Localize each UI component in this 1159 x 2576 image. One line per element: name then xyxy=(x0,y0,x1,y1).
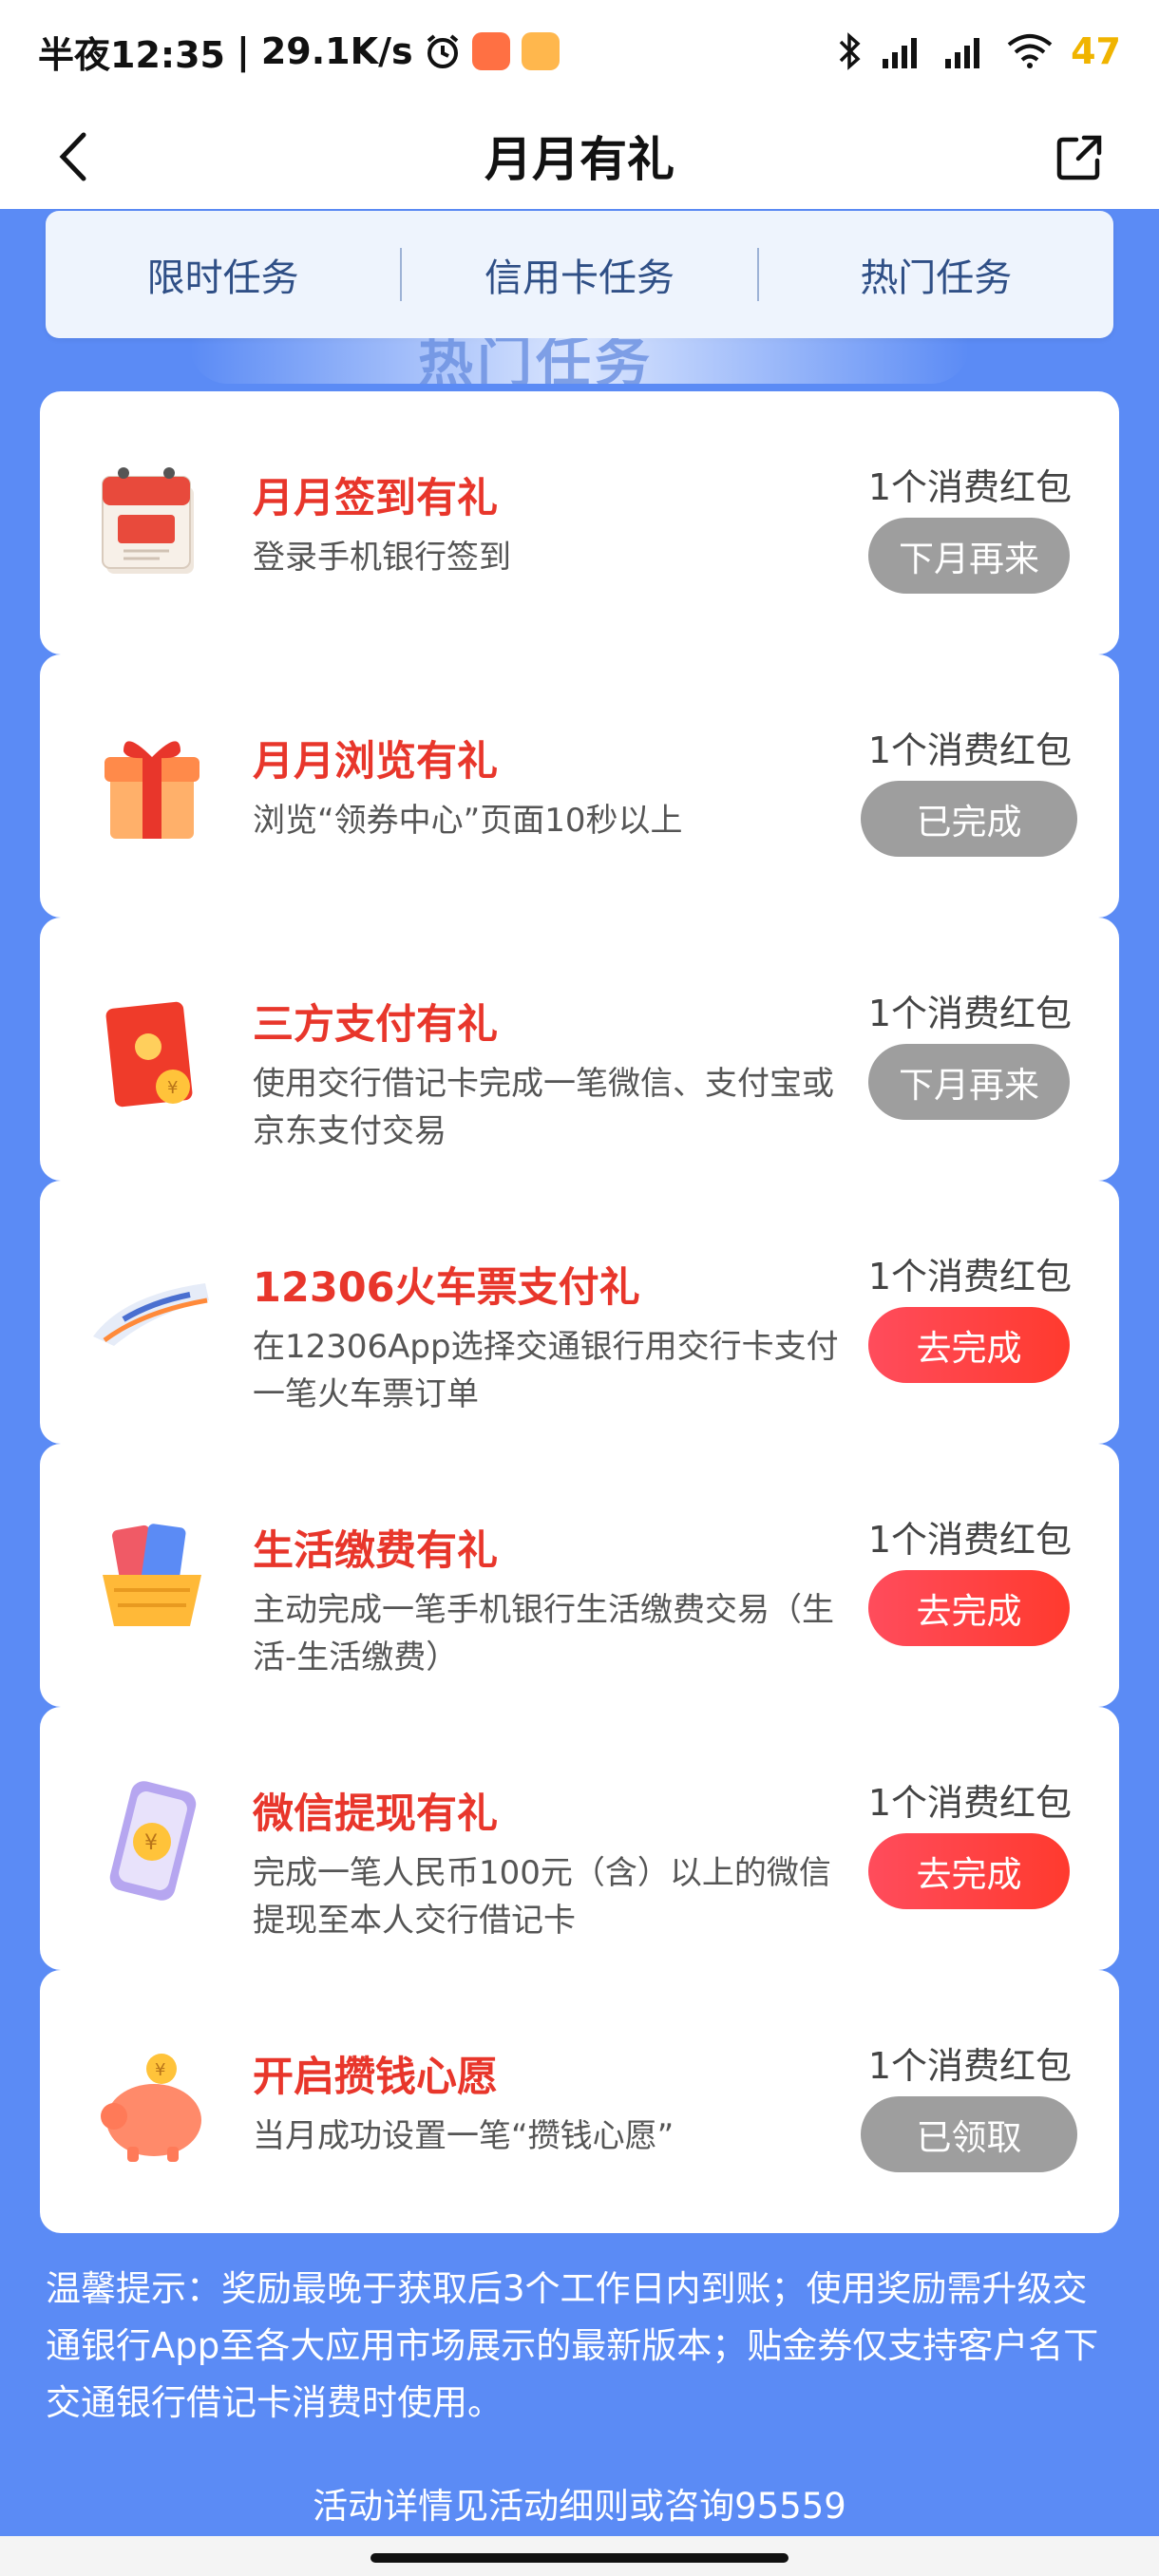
piggy-bank-icon: ¥ xyxy=(86,2035,218,2168)
activity-rules-link[interactable]: 活动详情见活动细则或咨询95559 xyxy=(0,2477,1159,2529)
task-title: 开启攒钱心愿 xyxy=(253,2054,498,2101)
status-bar: 半夜12:35 | 29.1K/s 47 xyxy=(0,0,1159,103)
svg-text:¥: ¥ xyxy=(167,1078,178,1098)
task-reward: 1个消费红包 xyxy=(867,466,1072,508)
task-reward: 1个消费红包 xyxy=(867,1782,1072,1824)
share-icon xyxy=(1056,135,1102,180)
share-button[interactable] xyxy=(1047,123,1113,190)
svg-text:¥: ¥ xyxy=(144,1831,158,1855)
task-description: 主动完成一笔手机银行生活缴费交易（生活-生活缴费） xyxy=(253,1591,834,1676)
task-reward: 1个消费红包 xyxy=(867,1256,1072,1297)
task-title: 生活缴费有礼 xyxy=(253,1527,498,1575)
battery-level: 47 xyxy=(1071,30,1121,72)
task-card: ¥ 微信提现有礼 完成一笔人民币100元（含）以上的微信提现至本人交行借记卡 1… xyxy=(40,1707,1119,1970)
task-description: 浏览“领券中心”页面10秒以上 xyxy=(253,802,683,840)
task-reward: 1个消费红包 xyxy=(867,1519,1072,1561)
task-reward: 1个消费红包 xyxy=(867,729,1072,771)
chevron-left-icon xyxy=(59,132,86,181)
shopping-basket-icon xyxy=(86,1508,218,1641)
task-title: 三方支付有礼 xyxy=(253,1001,498,1049)
signal-icon xyxy=(943,34,989,68)
tab-hot[interactable]: 热门任务 xyxy=(759,247,1113,302)
task-reward: 1个消费红包 xyxy=(867,993,1072,1034)
task-card: 月月签到有礼 登录手机银行签到 1个消费红包 下月再来 xyxy=(40,391,1119,654)
task-description: 登录手机银行签到 xyxy=(253,539,511,577)
signal-icon xyxy=(881,34,926,68)
train-icon xyxy=(86,1245,218,1378)
tab-limited-time[interactable]: 限时任务 xyxy=(46,247,400,302)
status-time: 半夜12:35 xyxy=(38,33,225,76)
tab-credit-card[interactable]: 信用卡任务 xyxy=(402,247,756,302)
alarm-icon xyxy=(425,33,461,69)
nav-bar: 月月有礼 xyxy=(0,103,1159,209)
section-banner-title: 热门任务 xyxy=(418,338,655,384)
task-list: 月月签到有礼 登录手机银行签到 1个消费红包 下月再来 月月浏览有礼 浏览“领券… xyxy=(40,391,1119,2233)
app-notification-icon xyxy=(521,32,560,70)
task-card: ¥ 三方支付有礼 使用交行借记卡完成一笔微信、支付宝或京东支付交易 1个消费红包… xyxy=(40,918,1119,1181)
go-complete-button[interactable]: 去完成 xyxy=(868,1833,1070,1909)
calendar-icon xyxy=(86,456,218,589)
home-indicator[interactable] xyxy=(370,2553,788,2563)
come-back-next-month-button[interactable]: 下月再来 xyxy=(868,518,1070,594)
task-title: 微信提现有礼 xyxy=(253,1790,498,1838)
app-notification-icon xyxy=(471,32,510,70)
back-button[interactable] xyxy=(57,123,114,190)
task-description: 完成一笔人民币100元（含）以上的微信提现至本人交行借记卡 xyxy=(253,1854,831,1940)
red-envelope-icon: ¥ xyxy=(86,982,218,1115)
task-description: 当月成功设置一笔“攒钱心愿” xyxy=(253,2117,674,2155)
task-tabs: 限时任务 信用卡任务 热门任务 xyxy=(46,211,1113,338)
task-description: 在12306App选择交通银行用交行卡支付一笔火车票订单 xyxy=(253,1328,839,1413)
go-complete-button[interactable]: 去完成 xyxy=(868,1307,1070,1383)
svg-text:¥: ¥ xyxy=(155,2060,165,2080)
task-reward: 1个消费红包 xyxy=(867,2045,1072,2087)
task-description: 使用交行借记卡完成一笔微信、支付宝或京东支付交易 xyxy=(253,1065,834,1150)
completed-button[interactable]: 已完成 xyxy=(861,781,1077,857)
task-title: 月月浏览有礼 xyxy=(253,738,498,786)
come-back-next-month-button[interactable]: 下月再来 xyxy=(868,1044,1070,1120)
go-complete-button[interactable]: 去完成 xyxy=(868,1570,1070,1646)
phone-coin-icon: ¥ xyxy=(86,1771,218,1904)
claimed-button[interactable]: 已领取 xyxy=(861,2096,1077,2172)
task-card: ¥ 开启攒钱心愿 当月成功设置一笔“攒钱心愿” 1个消费红包 已领取 xyxy=(40,1970,1119,2233)
task-title: 12306火车票支付礼 xyxy=(253,1264,640,1312)
task-card: 月月浏览有礼 浏览“领券中心”页面10秒以上 1个消费红包 已完成 xyxy=(40,654,1119,918)
task-title: 月月签到有礼 xyxy=(253,475,498,522)
bluetooth-icon xyxy=(837,32,864,70)
task-card: 生活缴费有礼 主动完成一笔手机银行生活缴费交易（生活-生活缴费） 1个消费红包 … xyxy=(40,1444,1119,1707)
wifi-icon xyxy=(1006,33,1054,69)
page-title: 月月有礼 xyxy=(484,132,674,187)
task-card: 12306火车票支付礼 在12306App选择交通银行用交行卡支付一笔火车票订单… xyxy=(40,1181,1119,1444)
gift-box-icon xyxy=(86,719,218,852)
status-separator: | xyxy=(236,30,250,72)
section-banner: 热门任务 xyxy=(190,338,969,384)
network-speed: 29.1K/s xyxy=(260,30,413,72)
warm-tip: 温馨提示：奖励最晚于获取后3个工作日内到账；使用奖励需升级交通银行App至各大应… xyxy=(46,2268,1099,2423)
